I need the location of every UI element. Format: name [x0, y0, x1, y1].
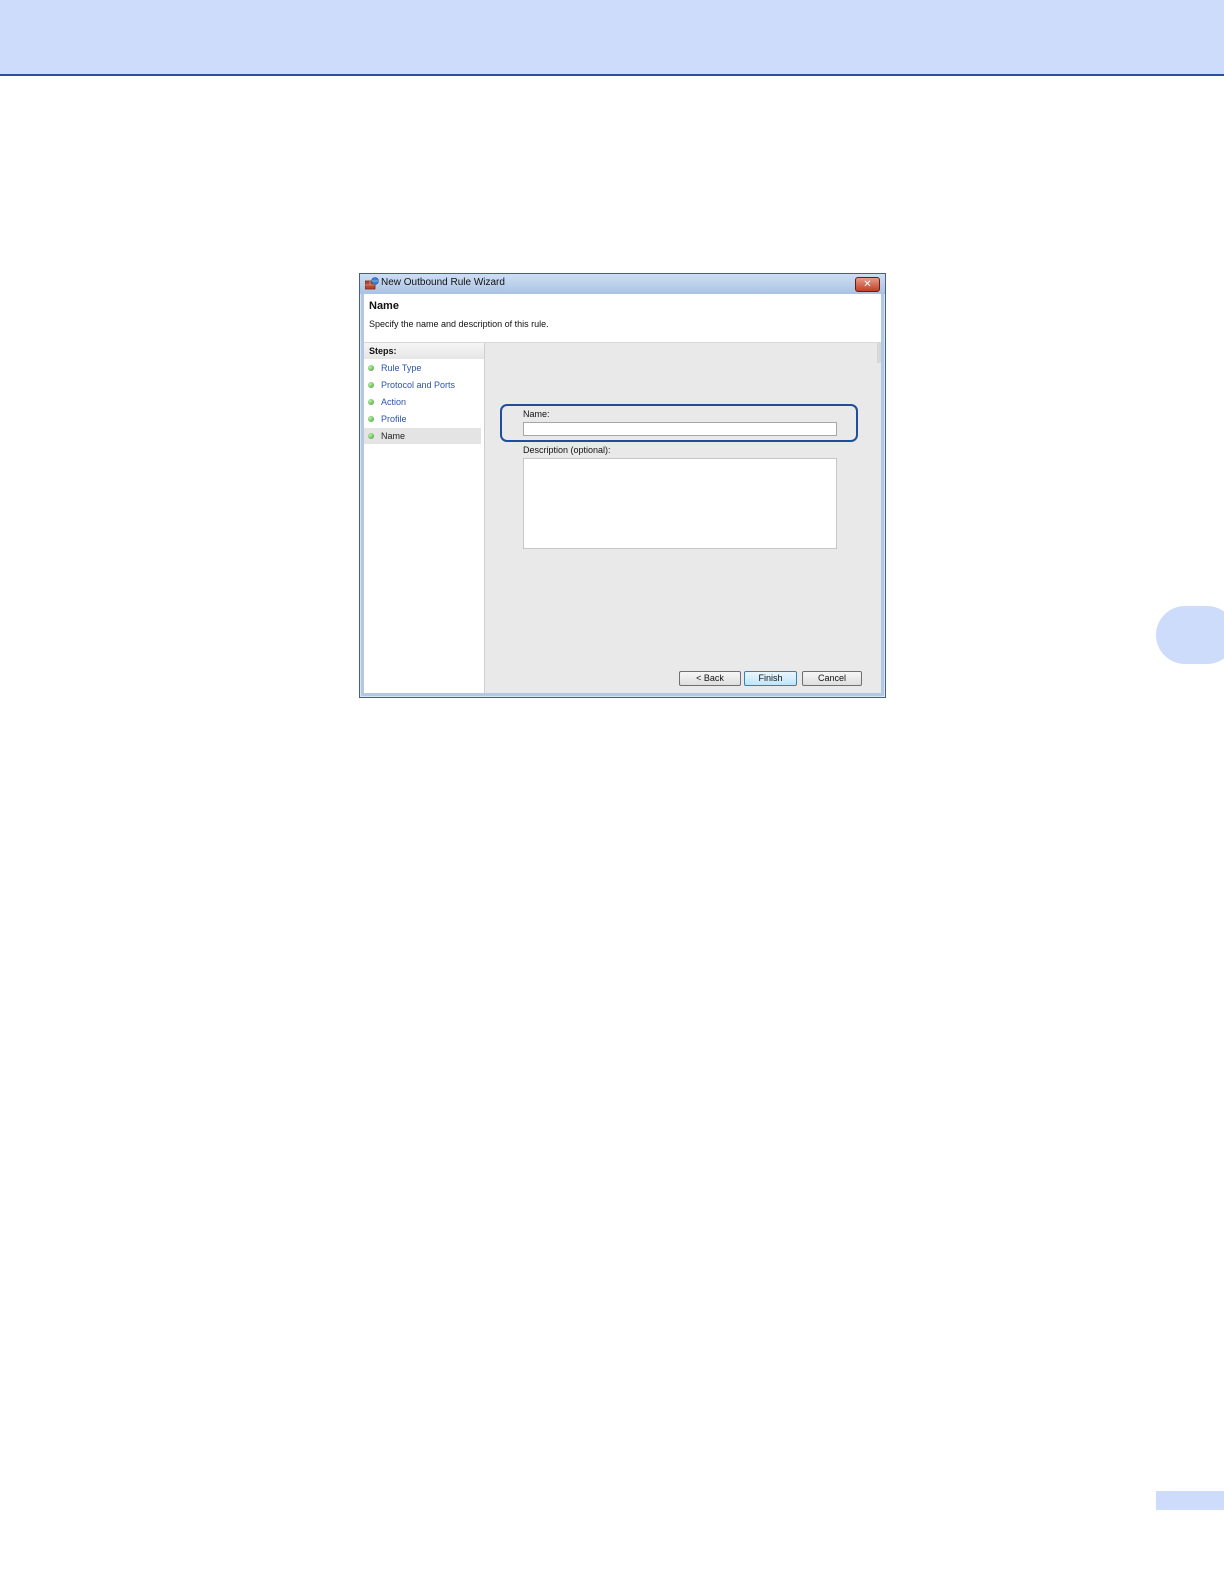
description-label: Description (optional): — [523, 445, 611, 455]
step-label: Action — [381, 397, 407, 407]
window-title: New Outbound Rule Wizard — [381, 277, 505, 288]
steps-panel: Steps: Rule Type Protocol and Ports Acti… — [364, 343, 485, 693]
wizard-client-area: Name Specify the name and description of… — [364, 294, 881, 693]
page-title: Name — [369, 300, 399, 312]
page-number-box — [1156, 1491, 1224, 1510]
page-header-band — [0, 0, 1224, 76]
step-bullet-icon — [368, 433, 374, 439]
panel-edge — [877, 343, 881, 363]
close-icon: ✕ — [863, 279, 872, 290]
step-bullet-icon — [368, 416, 374, 422]
step-name[interactable]: Name — [364, 428, 481, 444]
step-rule-type[interactable]: Rule Type — [364, 360, 484, 376]
main-panel: Name: Description (optional): < Back Fin… — [485, 343, 881, 693]
name-label: Name: — [523, 409, 550, 419]
cancel-button[interactable]: Cancel — [802, 671, 862, 686]
name-input[interactable] — [523, 422, 837, 436]
back-button[interactable]: < Back — [679, 671, 741, 686]
finish-button[interactable]: Finish — [744, 671, 797, 686]
step-action[interactable]: Action — [364, 394, 484, 410]
step-bullet-icon — [368, 399, 374, 405]
title-bar[interactable]: New Outbound Rule Wizard ✕ — [360, 274, 885, 294]
step-profile[interactable]: Profile — [364, 411, 484, 427]
step-protocol-and-ports[interactable]: Protocol and Ports — [364, 377, 484, 393]
step-label: Name — [381, 431, 406, 441]
step-label: Protocol and Ports — [381, 380, 456, 390]
close-button[interactable]: ✕ — [855, 277, 880, 292]
chapter-tab — [1156, 606, 1224, 664]
wizard-window: New Outbound Rule Wizard ✕ Name Specify … — [359, 273, 886, 698]
steps-heading: Steps: — [364, 343, 484, 359]
step-bullet-icon — [368, 365, 374, 371]
page-subtitle: Specify the name and description of this… — [369, 319, 549, 329]
step-label: Profile — [381, 414, 407, 424]
description-textarea[interactable] — [523, 458, 837, 549]
wizard-header: Name Specify the name and description of… — [364, 294, 881, 343]
firewall-icon — [364, 277, 379, 290]
step-label: Rule Type — [381, 363, 422, 373]
step-bullet-icon — [368, 382, 374, 388]
